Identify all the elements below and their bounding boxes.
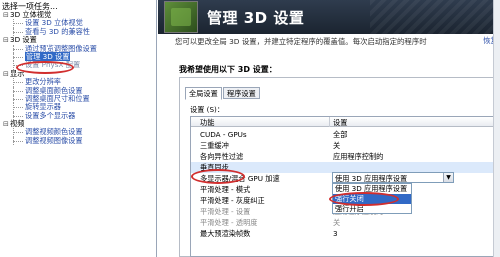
page-description: 您可以更改全局 3D 设置，并建立特定程序的覆盖值。每次启动指定的程序时	[175, 37, 427, 46]
tree-item[interactable]: 通过预览调整图像设置	[0, 44, 157, 54]
expand-collapse-icon[interactable]: ⊟	[3, 120, 10, 128]
settings-prompt: 我希望使用以下 3D 设置：	[179, 65, 277, 74]
nvidia-3d-icon	[164, 1, 198, 33]
tree-label: 调整视频图像设置	[25, 135, 83, 145]
banner-decoration	[370, 0, 500, 34]
column-divider[interactable]	[329, 117, 330, 127]
setting-row[interactable]: 平滑处理 - 透明度 关	[191, 217, 495, 228]
settings-pane: 管理 3D 设置 您可以更改全局 3D 设置，并建立特定程序的覆盖值。每次启动指…	[158, 0, 500, 257]
setting-row[interactable]: 各向异性过滤 应用程序控制的	[191, 151, 495, 162]
tree-label: 视频	[10, 119, 25, 129]
annotation-circle-vsync	[191, 169, 245, 184]
task-tree: ⊟3D 立体视觉 设置 3D 立体视觉 查看与 3D 的兼容性 ⊟3D 设置 通过预览调…	[0, 10, 157, 146]
setting-feature: CUDA - GPUs	[200, 130, 247, 139]
tree-label: 设置多个显示器	[25, 110, 76, 120]
vertical-scrollbar[interactable]	[493, 0, 500, 257]
vsync-setting-dropdown[interactable]: 使用 3D 应用程序设置 ▼	[332, 172, 454, 183]
tree-item[interactable]: 调整视频图像设置	[0, 135, 157, 146]
expand-collapse-icon[interactable]: ⊟	[3, 11, 10, 19]
chevron-down-icon[interactable]: ▼	[443, 173, 453, 182]
grid-header: 功能 设置	[191, 117, 495, 127]
setting-row[interactable]: CUDA - GPUs 全部	[191, 129, 495, 140]
settings-list-label: 设置 (S)：	[190, 105, 225, 114]
task-tree-panel: 选择一项任务... ⊟3D 立体视觉 设置 3D 立体视觉 查看与 3D 的兼容性 ⊟…	[0, 0, 157, 257]
settings-grid: 功能 设置 CUDA - GPUs 全部 三重缓冲关各向异性过滤 应用程序控制的 垂直同…	[190, 116, 495, 257]
tree-item[interactable]: 调整桌面尺寸和位置	[0, 94, 157, 104]
header-banner: 管理 3D 设置	[158, 0, 500, 34]
setting-value: 关	[333, 141, 341, 150]
setting-feature: 三重缓冲	[200, 141, 229, 150]
tab-program-settings[interactable]: 程序设置	[223, 87, 260, 99]
annotation-circle-force-off	[329, 192, 399, 206]
setting-value: 应用程序控制的	[333, 152, 384, 161]
setting-feature: 平滑处理 - 模式	[200, 185, 251, 194]
tab-global-settings[interactable]: 全局设置	[185, 87, 222, 100]
setting-row[interactable]: 三重缓冲 关	[191, 140, 495, 151]
setting-feature: 平滑处理 - 透明度	[200, 218, 258, 227]
column-header-setting[interactable]: 设置	[333, 118, 347, 128]
column-header-feature[interactable]: 功能	[200, 118, 214, 128]
setting-value: 3	[333, 229, 338, 238]
setting-feature: 各向异性过滤	[200, 152, 244, 161]
page-title: 管理 3D 设置	[207, 9, 305, 27]
setting-feature: 最大预渲染帧数	[200, 229, 251, 238]
setting-value: 关	[333, 218, 341, 227]
setting-feature: 平滑处理 - 设置	[200, 207, 251, 216]
tree-item[interactable]: 旋转显示器	[0, 103, 157, 113]
setting-row[interactable]: 最大预渲染帧数 3	[191, 228, 495, 239]
setting-feature: 平滑处理 - 灰度纠正	[200, 196, 265, 205]
expand-collapse-icon[interactable]: ⊟	[3, 70, 10, 78]
annotation-circle-menu	[16, 61, 74, 74]
setting-value: 全部	[333, 130, 348, 139]
expand-collapse-icon[interactable]: ⊟	[3, 36, 10, 44]
